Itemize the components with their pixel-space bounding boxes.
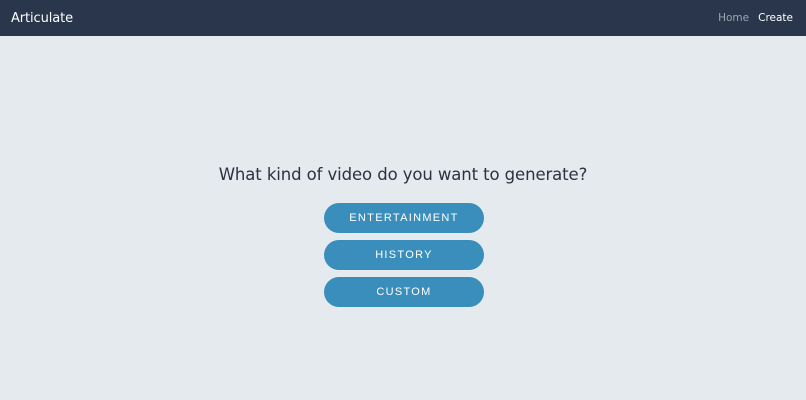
nav-link-create[interactable]: Create: [758, 12, 793, 24]
entertainment-button[interactable]: ENTERTAINMENT: [324, 203, 484, 233]
video-type-options: ENTERTAINMENT HISTORY CUSTOM: [324, 203, 484, 314]
custom-button[interactable]: CUSTOM: [324, 277, 484, 307]
top-navbar: Articulate Home Create: [0, 0, 806, 36]
page-question: What kind of video do you want to genera…: [218, 165, 588, 184]
nav-link-home[interactable]: Home: [718, 12, 749, 24]
history-button[interactable]: HISTORY: [324, 240, 484, 270]
nav-links: Home Create: [718, 12, 793, 24]
brand-logo[interactable]: Articulate: [11, 11, 73, 26]
